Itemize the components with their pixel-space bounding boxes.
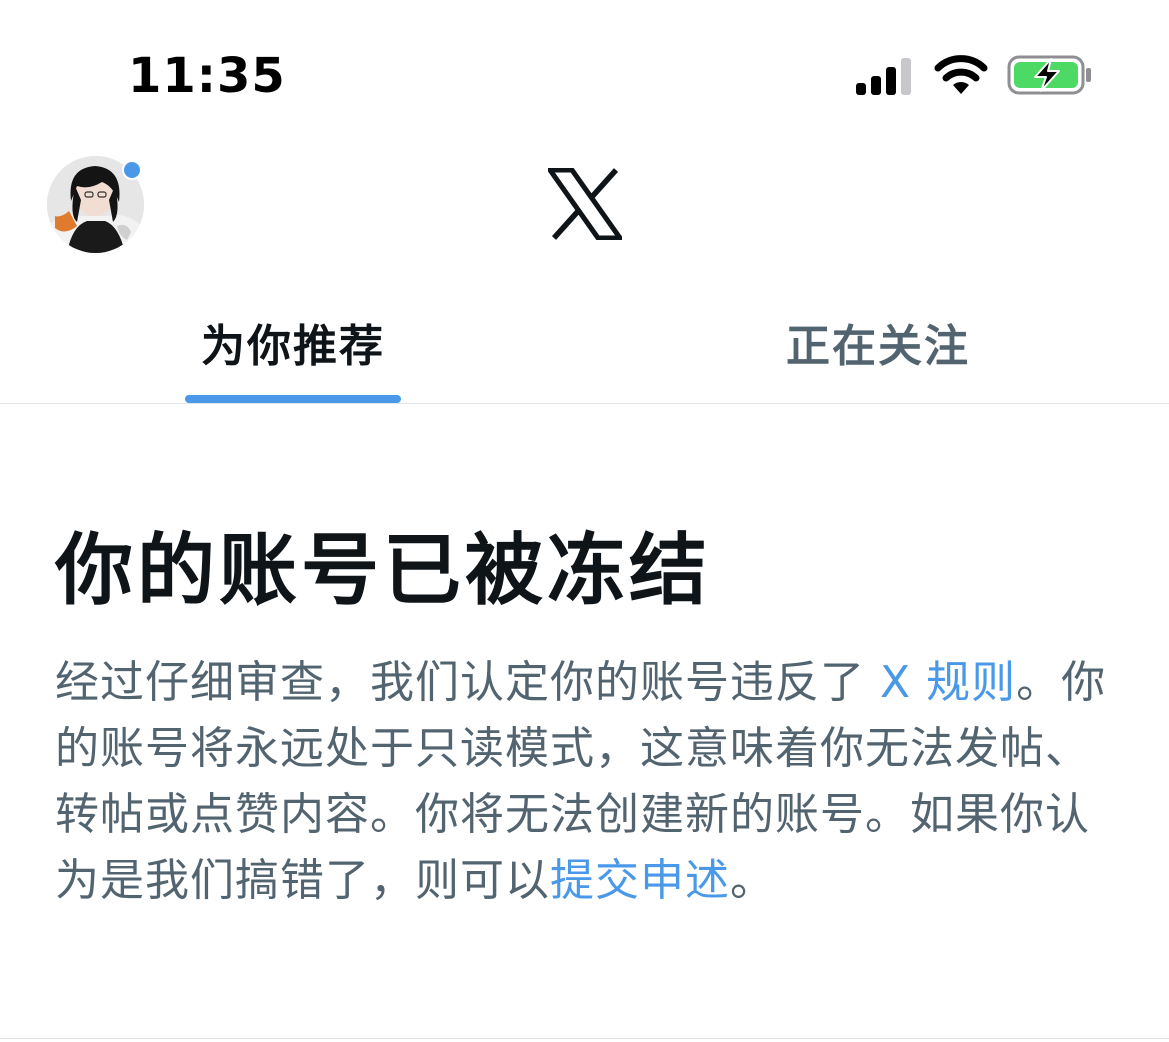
- active-tab-indicator: [185, 395, 401, 403]
- notice-text-part3: 。: [730, 855, 775, 906]
- tab-following[interactable]: 正在关注: [760, 290, 996, 403]
- tab-for-you[interactable]: 为你推荐: [170, 290, 416, 403]
- battery-charging-icon: [1007, 55, 1091, 95]
- tab-for-you-label: 为你推荐: [201, 321, 385, 372]
- notification-dot: [122, 160, 142, 180]
- status-bar: 11:35: [0, 0, 1169, 140]
- notice-text-part1: 经过仔细审查，我们认定你的账号违反了: [55, 657, 880, 708]
- bottom-divider: [0, 1038, 1169, 1039]
- timeline-tabs: 为你推荐 正在关注: [0, 290, 1169, 404]
- submit-appeal-link[interactable]: 提交申述: [550, 855, 730, 906]
- tab-following-label: 正在关注: [786, 321, 970, 372]
- notice-body: 经过仔细审查，我们认定你的账号违反了 X 规则。你的账号将永远处于只读模式，这意…: [55, 650, 1125, 914]
- cellular-signal-icon: [856, 58, 911, 95]
- wifi-icon: [934, 55, 988, 94]
- notice-title: 你的账号已被冻结: [55, 526, 712, 616]
- x-logo-icon[interactable]: [548, 168, 622, 240]
- status-time: 11:35: [128, 48, 286, 104]
- x-rules-link[interactable]: X 规则: [880, 657, 1016, 708]
